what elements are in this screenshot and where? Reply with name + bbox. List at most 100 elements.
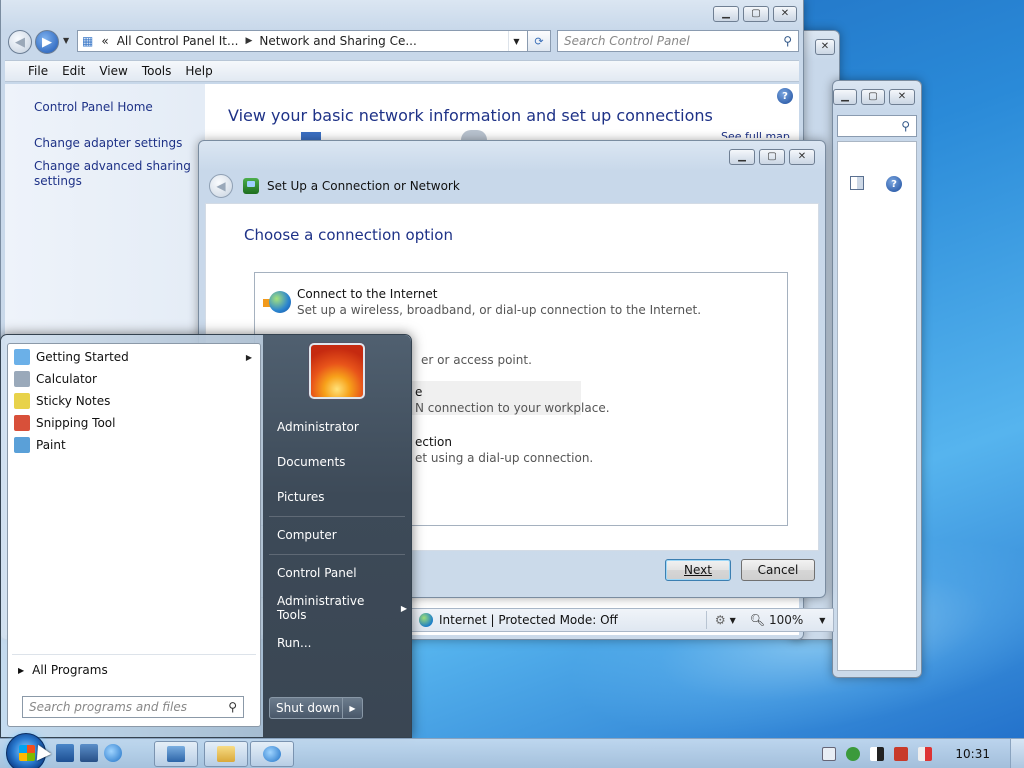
program-getting-started[interactable]: Getting Started ▶ bbox=[14, 346, 252, 368]
option-description: N connection to your workplace. bbox=[415, 401, 610, 415]
start-link-administrator[interactable]: Administrator bbox=[277, 417, 407, 437]
address-bar[interactable]: ▦ « All Control Panel It... ▶ Network an… bbox=[77, 30, 551, 52]
taskbar-button-internet-explorer[interactable] bbox=[250, 741, 294, 767]
close-icon[interactable]: ✕ bbox=[773, 6, 797, 22]
menu-view[interactable]: View bbox=[92, 64, 134, 78]
forward-button[interactable]: ▶ bbox=[35, 30, 59, 54]
internet-explorer-icon[interactable] bbox=[104, 744, 122, 762]
menu-file[interactable]: File bbox=[21, 64, 55, 78]
sidebar-link-control-panel-home[interactable]: Control Panel Home bbox=[34, 100, 194, 115]
security-shield-icon[interactable] bbox=[846, 747, 861, 761]
internet-globe-icon bbox=[263, 291, 291, 315]
back-button[interactable]: ◀ bbox=[209, 174, 233, 198]
minimize-icon[interactable]: ▁ bbox=[833, 89, 857, 105]
dialog-header: ◀ Set Up a Connection or Network bbox=[205, 171, 819, 201]
start-link-control-panel[interactable]: Control Panel bbox=[277, 563, 407, 583]
search-control-panel-input[interactable]: Search Control Panel ⚲ bbox=[557, 30, 799, 52]
option-description: et using a dial-up connection. bbox=[415, 451, 594, 465]
zone-text: Internet | Protected Mode: Off bbox=[439, 613, 618, 627]
chevron-down-icon[interactable]: ▼ bbox=[819, 616, 825, 625]
getting-started-icon bbox=[14, 349, 30, 365]
shutdown-options-arrow[interactable]: ▶ bbox=[342, 698, 362, 718]
preview-pane-icon[interactable] bbox=[850, 176, 864, 190]
recent-pages-dropdown[interactable]: ▼ bbox=[63, 36, 69, 45]
program-calculator[interactable]: Calculator bbox=[14, 368, 252, 390]
cancel-button[interactable]: Cancel bbox=[741, 559, 815, 581]
help-icon[interactable]: ? bbox=[886, 176, 902, 192]
divider bbox=[269, 554, 405, 555]
sidebar-link-adapter-settings[interactable]: Change adapter settings bbox=[34, 136, 194, 151]
page-title: View your basic network information and … bbox=[228, 106, 713, 125]
popup-blocker[interactable]: ⚙ ▼ bbox=[715, 613, 736, 627]
start-link-administrative-tools[interactable]: Administrative Tools ▶ bbox=[277, 594, 407, 622]
shutdown-label: Shut down bbox=[276, 701, 340, 715]
show-desktop-button[interactable] bbox=[1010, 739, 1024, 768]
close-icon[interactable]: ✕ bbox=[815, 39, 835, 55]
see-full-map-link[interactable]: See full map bbox=[721, 130, 790, 138]
zoom-icon: 🔍︎ bbox=[749, 613, 765, 627]
browser-status-bar: Internet | Protected Mode: Off ⚙ ▼ 🔍︎ 100… bbox=[410, 608, 834, 632]
start-link-pictures[interactable]: Pictures bbox=[277, 487, 407, 507]
dialog-title: Set Up a Connection or Network bbox=[267, 179, 460, 193]
snipping-tool-icon bbox=[14, 415, 30, 431]
address-overflow[interactable]: « bbox=[97, 34, 112, 48]
network-disconnected-icon[interactable] bbox=[894, 747, 909, 761]
minimize-icon[interactable]: ▁ bbox=[713, 6, 739, 22]
start-link-run[interactable]: Run... bbox=[277, 633, 407, 653]
close-icon[interactable]: ✕ bbox=[789, 149, 815, 165]
menu-edit[interactable]: Edit bbox=[55, 64, 92, 78]
search-icon[interactable]: ⚲ bbox=[783, 34, 792, 48]
shutdown-button[interactable]: Shut down ▶ bbox=[269, 697, 363, 719]
chevron-right-icon[interactable]: ▶ bbox=[242, 36, 255, 46]
breadcrumb-all-control-panel[interactable]: All Control Panel It... bbox=[113, 34, 243, 48]
option-connect-internet[interactable]: Connect to the Internet Set up a wireles… bbox=[255, 283, 701, 317]
address-dropdown[interactable]: ▼ bbox=[508, 31, 524, 51]
volume-muted-icon[interactable] bbox=[918, 747, 933, 761]
search-field[interactable]: ⚲ bbox=[837, 115, 917, 137]
sidebar-link-advanced-sharing[interactable]: Change advanced sharing settings bbox=[34, 159, 194, 189]
next-button[interactable]: Next bbox=[665, 559, 731, 581]
user-avatar[interactable] bbox=[309, 343, 365, 399]
option-title: Connect to the Internet bbox=[297, 287, 438, 301]
back-button[interactable]: ◀ bbox=[8, 30, 32, 54]
menu-bar: File Edit View Tools Help bbox=[5, 60, 799, 82]
show-desktop-quicklaunch-icon[interactable] bbox=[56, 744, 74, 762]
start-link-computer[interactable]: Computer bbox=[277, 525, 407, 545]
control-panel-icon bbox=[167, 746, 185, 762]
program-snipping-tool[interactable]: Snipping Tool bbox=[14, 412, 252, 434]
menu-tools[interactable]: Tools bbox=[135, 64, 179, 78]
network-setup-icon bbox=[243, 178, 259, 194]
clipboard-icon[interactable] bbox=[822, 747, 837, 761]
start-search-input[interactable]: Search programs and files ⚲ bbox=[22, 696, 244, 718]
security-zone[interactable]: Internet | Protected Mode: Off bbox=[411, 613, 618, 627]
breadcrumb-network-sharing[interactable]: Network and Sharing Ce... bbox=[255, 34, 420, 48]
background-window-2[interactable]: ▁ ▢ ✕ ⚲ ? bbox=[832, 80, 922, 678]
minimize-icon[interactable]: ▁ bbox=[729, 149, 755, 165]
divider bbox=[12, 654, 256, 655]
search-icon: ⚲ bbox=[901, 119, 910, 133]
folder-icon bbox=[217, 746, 235, 762]
taskbar-button-control-panel[interactable] bbox=[154, 741, 198, 767]
system-tray: 10:31 bbox=[817, 739, 1024, 768]
taskbar-button-explorer[interactable] bbox=[204, 741, 248, 767]
switch-windows-icon[interactable] bbox=[80, 744, 98, 762]
clock[interactable]: 10:31 bbox=[937, 747, 1010, 761]
computer-icon bbox=[301, 132, 321, 140]
refresh-button[interactable]: ⟳ bbox=[527, 30, 551, 52]
all-programs-button[interactable]: ▶ All Programs bbox=[18, 660, 108, 680]
program-paint[interactable]: Paint bbox=[14, 434, 252, 456]
maximize-icon[interactable]: ▢ bbox=[743, 6, 769, 22]
window-content: ? bbox=[837, 141, 917, 671]
action-center-flag-icon[interactable] bbox=[870, 747, 885, 761]
menu-help[interactable]: Help bbox=[178, 64, 219, 78]
program-sticky-notes[interactable]: Sticky Notes bbox=[14, 390, 252, 412]
zoom-control[interactable]: 🔍︎ 100% ▼ bbox=[750, 613, 826, 627]
globe-icon bbox=[419, 613, 433, 627]
maximize-icon[interactable]: ▢ bbox=[759, 149, 785, 165]
help-icon[interactable]: ? bbox=[777, 88, 793, 104]
divider bbox=[705, 611, 707, 629]
search-icon[interactable]: ⚲ bbox=[228, 700, 237, 714]
maximize-icon[interactable]: ▢ bbox=[861, 89, 885, 105]
close-icon[interactable]: ✕ bbox=[889, 89, 915, 105]
start-link-documents[interactable]: Documents bbox=[277, 452, 407, 472]
